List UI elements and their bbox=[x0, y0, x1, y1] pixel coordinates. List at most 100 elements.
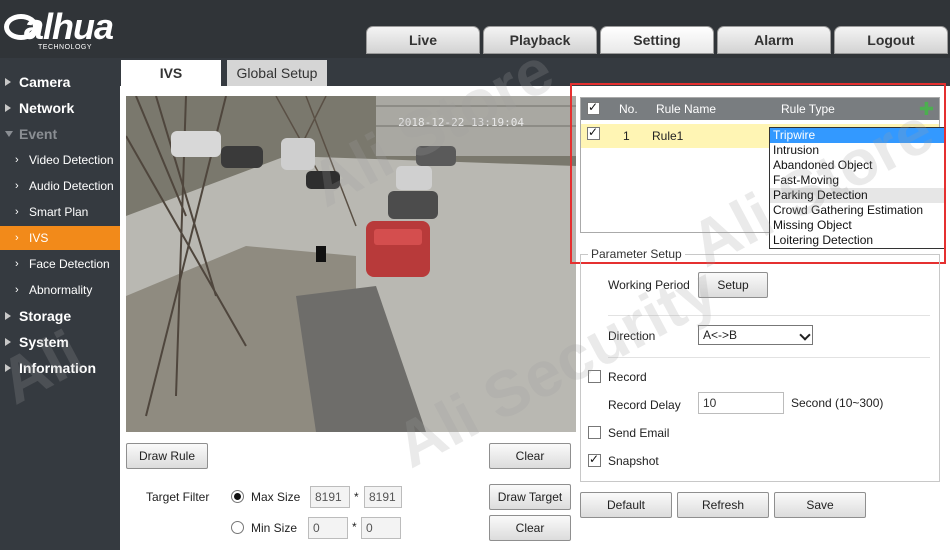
send-email-checkbox[interactable] bbox=[588, 426, 601, 439]
sidebar-item-label: Smart Plan bbox=[29, 205, 89, 219]
select-all-checkbox[interactable] bbox=[587, 100, 600, 115]
chevron-down-icon bbox=[799, 329, 811, 341]
sidebar-item-network[interactable]: Network bbox=[0, 96, 120, 120]
send-email-label: Send Email bbox=[608, 426, 670, 440]
rule-number: 1 bbox=[623, 129, 630, 143]
sidebar-item-video-detection[interactable]: › Video Detection bbox=[0, 148, 120, 172]
video-timestamp: 2018-12-22 13:19:04 bbox=[398, 116, 524, 129]
direction-select[interactable]: A<->B bbox=[698, 325, 813, 345]
expand-triangle-icon bbox=[5, 78, 11, 86]
expand-triangle-icon bbox=[5, 338, 11, 346]
times-symbol: * bbox=[352, 520, 357, 534]
record-delay-unit: Second (10~300) bbox=[791, 396, 884, 410]
collapse-triangle-icon bbox=[5, 131, 13, 137]
default-button[interactable]: Default bbox=[580, 492, 672, 518]
sidebar-item-label: IVS bbox=[29, 231, 49, 245]
camera-snapshot bbox=[126, 96, 576, 432]
max-size-label: Max Size bbox=[251, 490, 301, 504]
sidebar-item-information[interactable]: Information bbox=[0, 356, 120, 380]
chevron-right-icon: › bbox=[15, 154, 19, 166]
rule-type-option[interactable]: Loitering Detection bbox=[770, 233, 944, 248]
sidebar-item-label: Audio Detection bbox=[29, 179, 114, 193]
rule-type-option[interactable]: Missing Object bbox=[770, 218, 944, 233]
refresh-button[interactable]: Refresh bbox=[677, 492, 769, 518]
nav-tab-setting[interactable]: Setting bbox=[600, 26, 714, 54]
record-label: Record bbox=[608, 370, 647, 384]
sidebar-item-label: Camera bbox=[19, 74, 71, 90]
sidebar-item-label: Face Detection bbox=[29, 257, 110, 271]
sidebar-item-storage[interactable]: Storage bbox=[0, 304, 120, 328]
tab-global-setup[interactable]: Global Setup bbox=[227, 60, 327, 86]
content-tab-bar: IVS Global Setup bbox=[120, 58, 950, 86]
chevron-right-icon: › bbox=[15, 232, 19, 244]
clear-rule-button[interactable]: Clear bbox=[489, 443, 571, 469]
snapshot-label: Snapshot bbox=[608, 454, 659, 468]
logo-subtext: TECHNOLOGY bbox=[38, 44, 93, 51]
add-rule-icon[interactable]: ✚ bbox=[919, 100, 934, 118]
chevron-right-icon: › bbox=[15, 284, 19, 296]
parameter-setup-title: Parameter Setup bbox=[588, 247, 685, 261]
rule-enable-checkbox[interactable] bbox=[587, 125, 600, 140]
divider bbox=[608, 315, 930, 316]
logo-text: alhua bbox=[24, 6, 114, 47]
sidebar-item-abnormality[interactable]: › Abnormality bbox=[0, 278, 120, 302]
sidebar-item-camera[interactable]: Camera bbox=[0, 70, 120, 94]
record-checkbox[interactable] bbox=[588, 370, 601, 383]
clear-target-button[interactable]: Clear bbox=[489, 515, 571, 541]
rule-type-option[interactable]: Intrusion bbox=[770, 143, 944, 158]
sidebar-item-label: Network bbox=[19, 100, 75, 116]
min-size-label: Min Size bbox=[251, 521, 298, 535]
save-button[interactable]: Save bbox=[774, 492, 866, 518]
rule-name[interactable]: Rule1 bbox=[652, 129, 683, 143]
target-filter-label: Target Filter bbox=[146, 490, 210, 504]
sidebar-item-audio-detection[interactable]: › Audio Detection bbox=[0, 174, 120, 198]
record-delay-field[interactable]: 10 bbox=[698, 392, 784, 414]
rule-type-option[interactable]: Tripwire bbox=[770, 128, 944, 143]
nav-tab-alarm[interactable]: Alarm bbox=[717, 26, 831, 54]
tab-ivs[interactable]: IVS bbox=[121, 60, 221, 86]
sidebar-item-ivs[interactable]: › IVS bbox=[0, 226, 120, 250]
expand-triangle-icon bbox=[5, 312, 11, 320]
rule-type-dropdown[interactable]: Tripwire Intrusion Abandoned Object Fast… bbox=[769, 127, 945, 249]
nav-tab-live[interactable]: Live bbox=[366, 26, 480, 54]
rule-type-option[interactable]: Abandoned Object bbox=[770, 158, 944, 173]
top-bar: alhua TECHNOLOGY Live Playback Setting A… bbox=[0, 0, 950, 58]
header-rule-type: Rule Type bbox=[781, 102, 835, 116]
video-preview[interactable]: 2018-12-22 13:19:04 bbox=[126, 96, 576, 432]
sidebar-item-smart-plan[interactable]: › Smart Plan bbox=[0, 200, 120, 224]
expand-triangle-icon bbox=[5, 104, 11, 112]
sidebar-item-label: Event bbox=[19, 126, 58, 142]
min-size-height-field[interactable]: 0 bbox=[361, 517, 401, 539]
sidebar-item-label: Abnormality bbox=[29, 283, 93, 297]
max-size-width-field[interactable]: 8191 bbox=[310, 486, 350, 508]
chevron-right-icon: › bbox=[15, 258, 19, 270]
sidebar-item-label: System bbox=[19, 334, 69, 350]
brand-logo: alhua TECHNOLOGY bbox=[4, 4, 144, 54]
times-symbol: * bbox=[354, 490, 359, 504]
expand-triangle-icon bbox=[5, 364, 11, 372]
sidebar-item-label: Video Detection bbox=[29, 153, 114, 167]
nav-tab-logout[interactable]: Logout bbox=[834, 26, 948, 54]
direction-value: A<->B bbox=[703, 328, 738, 342]
rules-table-header: No. Rule Name Rule Type ✚ bbox=[581, 98, 939, 120]
max-size-height-field[interactable]: 8191 bbox=[364, 486, 402, 508]
rule-type-option[interactable]: Parking Detection bbox=[770, 188, 944, 203]
sidebar: Camera Network Event › Video Detection ›… bbox=[0, 58, 120, 550]
max-size-radio[interactable] bbox=[231, 490, 244, 503]
draw-rule-button[interactable]: Draw Rule bbox=[126, 443, 208, 469]
sidebar-item-label: Storage bbox=[19, 308, 72, 324]
nav-tab-playback[interactable]: Playback bbox=[483, 26, 597, 54]
sidebar-item-label: Information bbox=[19, 360, 96, 376]
rule-type-option[interactable]: Crowd Gathering Estimation bbox=[770, 203, 944, 218]
draw-target-button[interactable]: Draw Target bbox=[489, 484, 571, 510]
rule-type-option[interactable]: Fast-Moving bbox=[770, 173, 944, 188]
min-size-width-field[interactable]: 0 bbox=[308, 517, 348, 539]
sidebar-item-system[interactable]: System bbox=[0, 330, 120, 354]
min-size-radio[interactable] bbox=[231, 521, 244, 534]
record-delay-label: Record Delay bbox=[608, 398, 681, 412]
snapshot-checkbox[interactable] bbox=[588, 452, 601, 467]
setup-button[interactable]: Setup bbox=[698, 272, 768, 298]
sidebar-item-event[interactable]: Event bbox=[0, 122, 120, 146]
sidebar-item-face-detection[interactable]: › Face Detection bbox=[0, 252, 120, 276]
working-period-label: Working Period bbox=[608, 278, 690, 292]
